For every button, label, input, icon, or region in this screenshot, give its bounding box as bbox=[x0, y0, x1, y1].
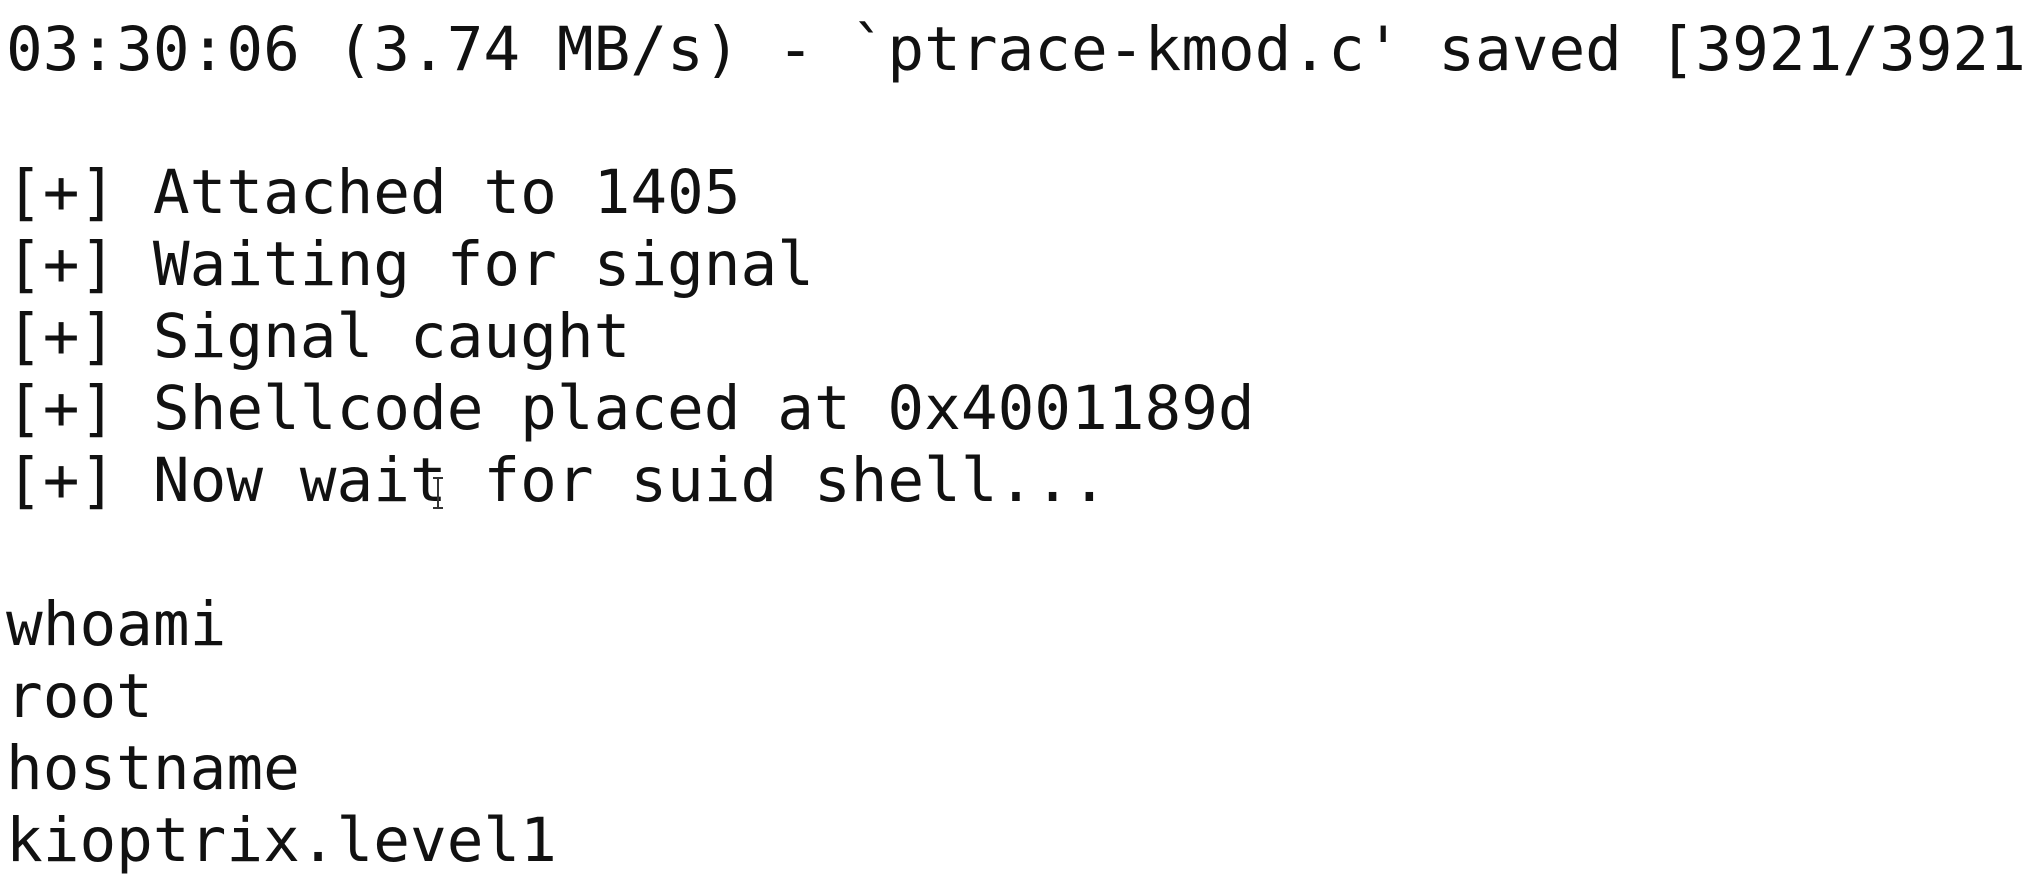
terminal-line-signal-caught: [+] Signal caught bbox=[6, 301, 631, 372]
terminal-line-wait-shell: [+] Now wait for suid shell... bbox=[6, 445, 1108, 516]
terminal-line-hostname-output: kioptrix.level1 bbox=[6, 805, 557, 876]
terminal-line-whoami-output: root bbox=[6, 661, 153, 732]
text-cursor-icon bbox=[433, 477, 443, 509]
terminal-line-hostname-cmd: hostname bbox=[6, 733, 300, 804]
terminal-window[interactable]: 03:30:06 (3.74 MB/s) - `ptrace-kmod.c' s… bbox=[0, 0, 2033, 886]
terminal-line-whoami-cmd: whoami bbox=[6, 589, 227, 660]
terminal-line-waiting: [+] Waiting for signal bbox=[6, 229, 814, 300]
terminal-line-attached: [+] Attached to 1405 bbox=[6, 157, 741, 228]
terminal-line-shellcode: [+] Shellcode placed at 0x4001189d bbox=[6, 373, 1255, 444]
terminal-line-download-status: 03:30:06 (3.74 MB/s) - `ptrace-kmod.c' s… bbox=[6, 14, 2033, 85]
